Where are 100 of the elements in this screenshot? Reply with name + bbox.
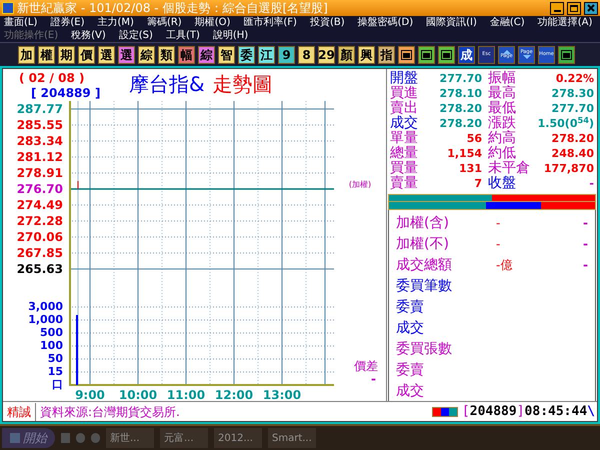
detail-value: -億 — [496, 258, 514, 272]
taskbar-item[interactable]: 2012... — [214, 428, 262, 448]
menu-item[interactable]: 操盤密碼(D) — [358, 16, 414, 29]
close-icon — [587, 4, 595, 12]
quote-label: 賣出 — [390, 101, 419, 116]
toolbar-button[interactable]: 委 — [238, 46, 255, 64]
taskbar-item[interactable]: Smart... — [268, 428, 316, 448]
volume-axis-label: 15 — [48, 365, 63, 378]
status-code: 204889 — [470, 402, 517, 421]
quote-value: 0.22% — [554, 71, 594, 86]
quote-label: 買進 — [390, 86, 419, 101]
toolbar-button[interactable] — [558, 46, 575, 64]
menu-item[interactable]: 匯市利率(F) — [243, 16, 297, 29]
detail-label: 成交總額 — [396, 256, 453, 272]
menu-item[interactable]: 期權(O) — [194, 16, 230, 29]
down-arrow-icon — [522, 55, 530, 59]
toolbar-button[interactable]: 顏 — [338, 46, 355, 64]
taskbar-item[interactable]: 新世... — [106, 428, 154, 448]
up-arrow-icon — [502, 50, 510, 54]
chart-title: 摩台指& — [129, 74, 205, 94]
toolbar-button[interactable]: 成 — [458, 46, 475, 64]
quote-value: 278.20 — [438, 101, 482, 116]
bracket-text: ] — [516, 402, 525, 421]
detail-label: 委賣 — [396, 298, 425, 314]
busy-spinner: \ — [587, 402, 596, 421]
price-axis-label: 276.70 — [16, 181, 63, 197]
toolbar-button[interactable]: 選 — [98, 46, 115, 64]
menu-item[interactable]: 說明(H) — [212, 29, 248, 42]
toolbar-button[interactable]: 類 — [158, 46, 175, 64]
price-axis-label: 285.55 — [16, 117, 63, 133]
minimize-button[interactable] — [550, 2, 564, 14]
toolbar-button[interactable]: 指 — [378, 46, 395, 64]
quote-value: 177,870 — [542, 161, 594, 176]
menu-item[interactable]: 投資(B) — [310, 16, 345, 29]
toolbar-button[interactable]: 綜 — [138, 46, 155, 64]
taskbar-item[interactable]: 元富... — [160, 428, 208, 448]
volume-axis-label: 口 — [52, 378, 63, 391]
chart-subtitle: 走勢圖 — [212, 74, 273, 94]
close-button[interactable] — [584, 2, 598, 14]
window-title: 新世紀贏家 - 101/02/08 - 個股走勢：綜合自選股[名望股] — [17, 2, 328, 14]
price-axis-label: 267.85 — [16, 245, 63, 261]
detail-label: 加權(不) — [396, 236, 450, 252]
time-axis-label: 10:00 — [118, 388, 158, 402]
quote-value: - — [588, 176, 594, 191]
menu-item[interactable]: 金融(C) — [490, 16, 525, 29]
toolbar-button[interactable]: 選 — [118, 46, 135, 64]
maximize-button[interactable] — [567, 2, 581, 14]
price-axis-label: 283.34 — [16, 133, 63, 149]
volume-axis-label: 500 — [40, 326, 63, 339]
quote-value: 278.10 — [438, 86, 482, 101]
window-icon — [441, 50, 452, 60]
toolbar-button[interactable] — [398, 46, 415, 64]
menu-item[interactable]: 設定(S) — [118, 29, 153, 42]
toolbar-button[interactable]: 權 — [38, 46, 55, 64]
detail-label: 加權(含) — [396, 214, 450, 230]
quote-label: 成交 — [390, 116, 419, 131]
quote-value: 248.40 — [550, 146, 594, 161]
toolbar-button[interactable]: 幅 — [178, 46, 195, 64]
menu-item[interactable]: 主力(M) — [98, 16, 134, 29]
menu-item[interactable]: 稅務(V) — [71, 29, 106, 42]
quote-label: 約高 — [487, 131, 517, 146]
toolbar-button[interactable]: 智 — [218, 46, 235, 64]
menu-item[interactable]: 證券(E) — [50, 16, 84, 29]
price-axis-label: 265.63 — [16, 261, 63, 277]
toolbar-button[interactable]: 興 — [358, 46, 375, 64]
price-axis-label: 270.06 — [16, 229, 63, 245]
toolbar-button[interactable]: 加 — [18, 46, 35, 64]
time-axis-label: 12:00 — [214, 388, 254, 402]
menu-item[interactable]: 籌碼(R) — [146, 16, 182, 29]
toolbar-button[interactable]: 期 — [58, 46, 75, 64]
toolbar-button[interactable]: 29 — [318, 46, 335, 64]
time-axis-label: 13:00 — [262, 388, 302, 402]
menu-item[interactable]: 畫面(L) — [4, 16, 38, 29]
quote-label: 賣量 — [390, 176, 419, 191]
toolbar-button[interactable] — [418, 46, 435, 64]
window-icon — [401, 50, 412, 60]
price-axis-label: 281.12 — [16, 149, 63, 165]
toolbar-button[interactable]: 綜 — [198, 46, 215, 64]
quote-value: 277.70 — [550, 101, 594, 116]
windows-logo-icon — [10, 433, 20, 443]
toolbar-button[interactable]: 8 — [298, 46, 315, 64]
menu-item[interactable]: 功能選擇(A) — [538, 16, 592, 29]
detail-value: - — [496, 236, 502, 250]
toolbar-button[interactable]: 價 — [78, 46, 95, 64]
toolbar-button[interactable]: 江 — [258, 46, 275, 64]
toolbar-button[interactable]: 9 — [278, 46, 295, 64]
time-axis-label: 11:00 — [166, 388, 206, 402]
menu-item[interactable]: 國際資訊(I) — [426, 16, 477, 29]
price-axis-label: 274.49 — [16, 197, 63, 213]
quote-value: 278.30 — [550, 86, 594, 101]
spread-value: - — [371, 373, 377, 385]
detail-label: 成交 — [396, 382, 425, 398]
quote-value: 278.20 — [438, 116, 482, 131]
spread-label: 價差 — [354, 359, 379, 373]
detail-value: - — [582, 216, 588, 230]
code-label: [ 204889 ] — [30, 86, 102, 101]
window-icon — [421, 50, 432, 60]
menu-item[interactable]: 工具(T) — [166, 29, 200, 42]
toolbar-button[interactable] — [438, 46, 455, 64]
quote-label: 未平倉 — [487, 161, 528, 176]
